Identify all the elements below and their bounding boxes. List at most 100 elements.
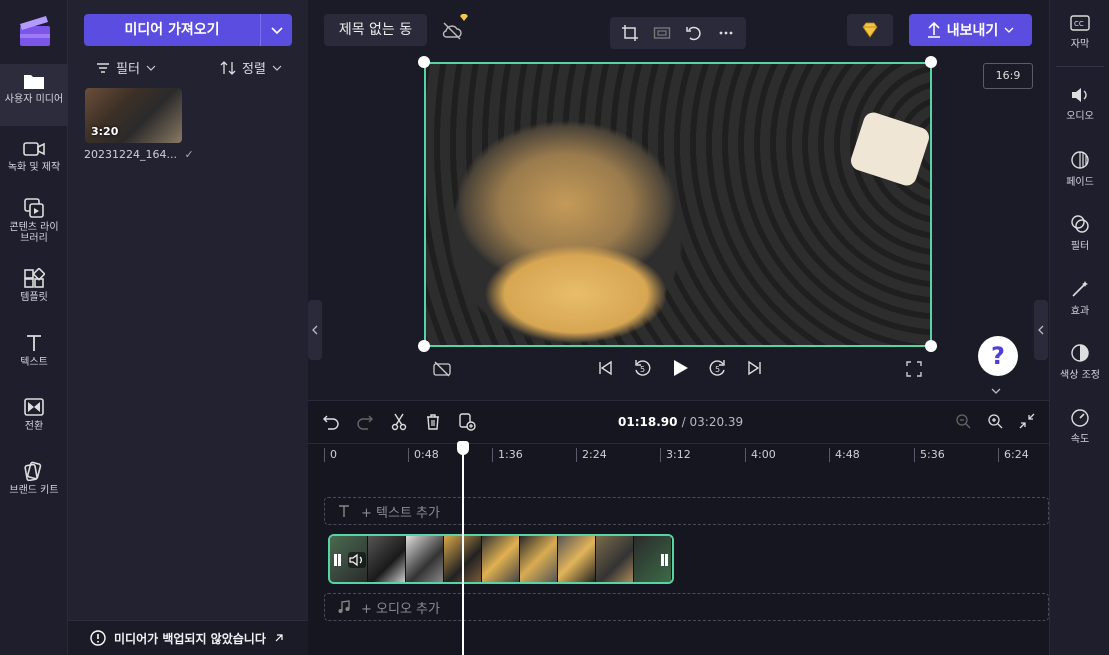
file-name-text: 20231224_164... — [84, 148, 177, 161]
camera-off-icon[interactable] — [433, 361, 451, 377]
timeline-panel: 01:18.90 / 03:20.39 0 0:48 1:36 2:24 3:1… — [308, 400, 1049, 655]
zoom-in-icon[interactable] — [987, 413, 1003, 429]
skip-start-icon[interactable] — [596, 359, 614, 377]
rewind-5-icon[interactable]: 5 — [632, 358, 652, 378]
rail-item-templates[interactable]: 템플릿 — [0, 268, 68, 303]
split-scissors-icon[interactable] — [390, 413, 408, 431]
export-button[interactable]: 내보내기 — [909, 14, 1032, 46]
ruler-tick: 3:12 — [660, 448, 691, 462]
cloud-off-icon[interactable] — [441, 21, 463, 41]
music-note-icon — [338, 600, 350, 613]
collapse-right-panel-button[interactable] — [1034, 300, 1048, 360]
timeline-ruler[interactable]: 0 0:48 1:36 2:24 3:12 4:00 4:48 5:36 6:2… — [308, 443, 1049, 465]
forward-5-icon[interactable]: 5 — [708, 358, 728, 378]
fit-icon[interactable] — [653, 24, 671, 42]
clip-trim-handle-right[interactable] — [661, 554, 664, 566]
filter-button[interactable]: 필터 — [96, 58, 156, 77]
resize-handle-top-right[interactable] — [925, 56, 937, 68]
text-track[interactable]: + 텍스트 추가 — [324, 497, 1049, 525]
prop-color-adjust[interactable]: 색상 조정 — [1050, 343, 1109, 381]
effects-icon — [1072, 281, 1088, 297]
zoom-out-icon[interactable] — [955, 413, 971, 429]
chevron-down-icon — [271, 27, 283, 35]
filter-icon — [1071, 215, 1089, 233]
collapse-left-panel-button[interactable] — [308, 300, 322, 360]
more-options-icon[interactable] — [717, 24, 735, 42]
playback-controls: 5 5 — [596, 358, 764, 378]
zoom-controls — [955, 413, 1035, 429]
premium-gem-icon — [460, 14, 468, 21]
fit-timeline-icon[interactable] — [1019, 413, 1035, 429]
media-thumbnail[interactable]: 3:20 — [85, 88, 182, 143]
sort-icon — [220, 60, 236, 75]
volume-icon[interactable] — [348, 552, 366, 568]
ruler-tick: 4:48 — [829, 448, 860, 462]
aspect-ratio-button[interactable]: 16:9 — [983, 63, 1033, 89]
properties-panel: CC 자막 오디오 페이드 필터 효과 색상 조정 속도 — [1049, 0, 1109, 655]
app-logo-icon[interactable] — [18, 14, 52, 48]
media-panel: 미디어 가져오기 필터 정렬 3:20 20231224_164... ✓ 미디… — [68, 0, 308, 655]
chevron-down-icon[interactable] — [989, 386, 1003, 396]
import-dropdown-button[interactable] — [260, 14, 292, 46]
clip-trim-handle-right[interactable] — [665, 554, 668, 566]
audio-track[interactable]: + 오디오 추가 — [324, 593, 1049, 621]
filter-lines-icon — [97, 62, 109, 73]
play-icon[interactable] — [670, 358, 690, 378]
filter-label: 필터 — [116, 62, 140, 77]
skip-end-icon[interactable] — [746, 359, 764, 377]
clip-trim-handle-left[interactable] — [338, 554, 341, 566]
video-clip[interactable] — [328, 534, 674, 584]
prop-speed[interactable]: 속도 — [1050, 407, 1109, 445]
ruler-tick: 0:48 — [408, 448, 439, 462]
info-icon — [90, 630, 106, 646]
rail-item-brand-kit[interactable]: 브랜드 키트 — [0, 461, 68, 496]
rail-item-record[interactable]: 녹화 및 제작 — [0, 140, 68, 173]
rail-item-content-library[interactable]: 콘텐츠 라이브러리 — [0, 198, 68, 244]
prop-effects[interactable]: 효과 — [1050, 279, 1109, 317]
help-button[interactable]: ? — [978, 336, 1018, 376]
backup-warning[interactable]: 미디어가 백업되지 않았습니다 — [68, 620, 308, 655]
prop-captions[interactable]: CC 자막 — [1050, 14, 1109, 50]
ruler-tick: 0 — [324, 448, 337, 462]
rail-item-text[interactable]: 텍스트 — [0, 333, 68, 368]
rotate-icon[interactable] — [685, 24, 703, 42]
import-media-button[interactable]: 미디어 가져오기 — [84, 14, 260, 46]
food-tofu — [848, 109, 930, 189]
chevron-left-icon — [1038, 325, 1044, 335]
export-label: 내보내기 — [946, 23, 999, 39]
camera-icon — [23, 142, 45, 156]
captions-icon: CC — [1070, 15, 1090, 31]
rail-label: 브랜드 키트 — [9, 485, 59, 496]
check-icon: ✓ — [184, 148, 194, 161]
duplicate-icon[interactable] — [458, 413, 476, 431]
redo-icon[interactable] — [356, 413, 374, 431]
project-title[interactable]: 제목 없는 동 — [324, 14, 427, 46]
resize-handle-top-left[interactable] — [418, 56, 430, 68]
thumbnail-duration: 3:20 — [91, 125, 119, 138]
undo-icon[interactable] — [322, 413, 340, 431]
rail-label: 텍스트 — [20, 357, 48, 368]
resize-handle-bottom-left[interactable] — [418, 340, 430, 352]
video-preview[interactable] — [424, 62, 932, 347]
prop-fade[interactable]: 페이드 — [1050, 150, 1109, 188]
rail-item-user-media[interactable]: 사용자 미디어 — [0, 64, 68, 126]
delete-icon[interactable] — [424, 413, 442, 431]
divider — [1056, 66, 1104, 67]
crop-icon[interactable] — [621, 24, 639, 42]
rail-item-transitions[interactable]: 전환 — [0, 397, 68, 432]
playhead[interactable] — [457, 441, 469, 655]
arrow-diagonal-icon — [275, 634, 283, 642]
prop-label: 자막 — [1070, 39, 1090, 50]
prop-filter[interactable]: 필터 — [1050, 214, 1109, 252]
sort-button[interactable]: 정렬 — [220, 58, 282, 77]
resize-handle-bottom-right[interactable] — [925, 340, 937, 352]
premium-button[interactable] — [847, 14, 893, 46]
fullscreen-icon[interactable] — [906, 361, 922, 377]
timeline-toolbar — [322, 413, 476, 431]
clip-trim-handle-left[interactable] — [334, 554, 337, 566]
prop-audio[interactable]: 오디오 — [1050, 86, 1109, 122]
prop-label: 오디오 — [1066, 111, 1094, 122]
svg-text:5: 5 — [715, 365, 720, 374]
preview-stage: 제목 없는 동 내보내기 16:9 5 5 ? — [308, 0, 1049, 400]
rail-label: 템플릿 — [20, 292, 48, 303]
